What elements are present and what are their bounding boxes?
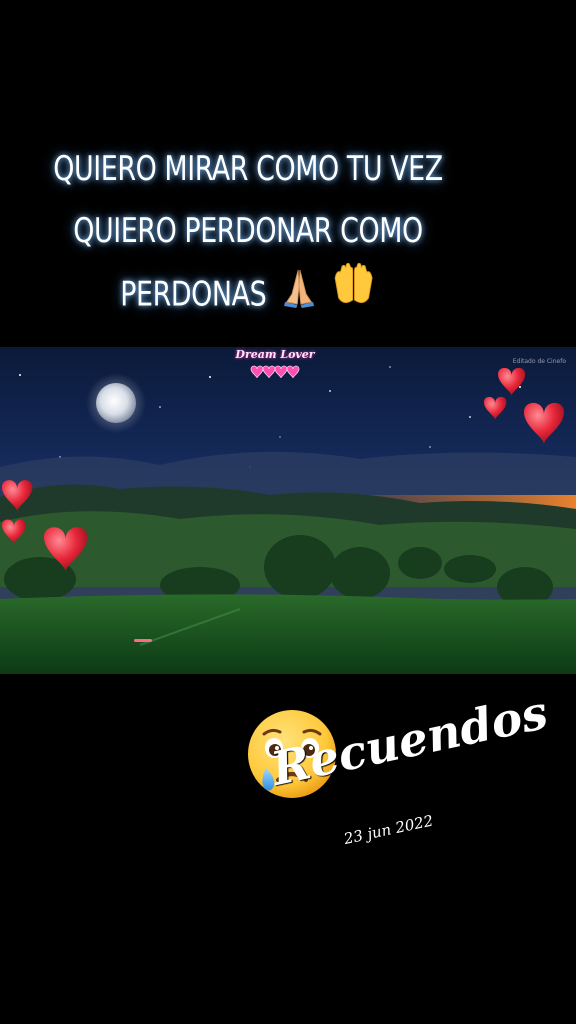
caption-line-3-text: PERDONAS bbox=[120, 274, 267, 315]
watermark-title: Dream Lover bbox=[235, 348, 315, 361]
sticker-title: Recuendos bbox=[266, 684, 553, 796]
video-frame[interactable] bbox=[0, 347, 576, 674]
dream-lover-watermark: Dream Lover bbox=[230, 348, 320, 390]
small-pink-mark bbox=[134, 639, 152, 642]
story-caption: QUIERO MIRAR COMO TU VEZ QUIERO PERDONAR… bbox=[30, 138, 466, 330]
folded-hands-icon bbox=[280, 264, 319, 328]
moon bbox=[96, 383, 136, 423]
story-screen: QUIERO MIRAR COMO TU VEZ QUIERO PERDONAR… bbox=[0, 0, 576, 1024]
palms-up-together-icon bbox=[332, 262, 376, 330]
caption-line-1: QUIERO MIRAR COMO TU VEZ bbox=[53, 149, 443, 189]
hearts-cluster-icon bbox=[250, 365, 300, 379]
caption-line-2: QUIERO PERDONAR COMO bbox=[73, 211, 423, 251]
caption-line-3: PERDONAS bbox=[30, 262, 466, 330]
meadow bbox=[0, 594, 576, 674]
sticker-date: 23 jun 2022 bbox=[342, 811, 435, 848]
watermark-corner-text: Editado de Cinefo bbox=[512, 358, 566, 365]
